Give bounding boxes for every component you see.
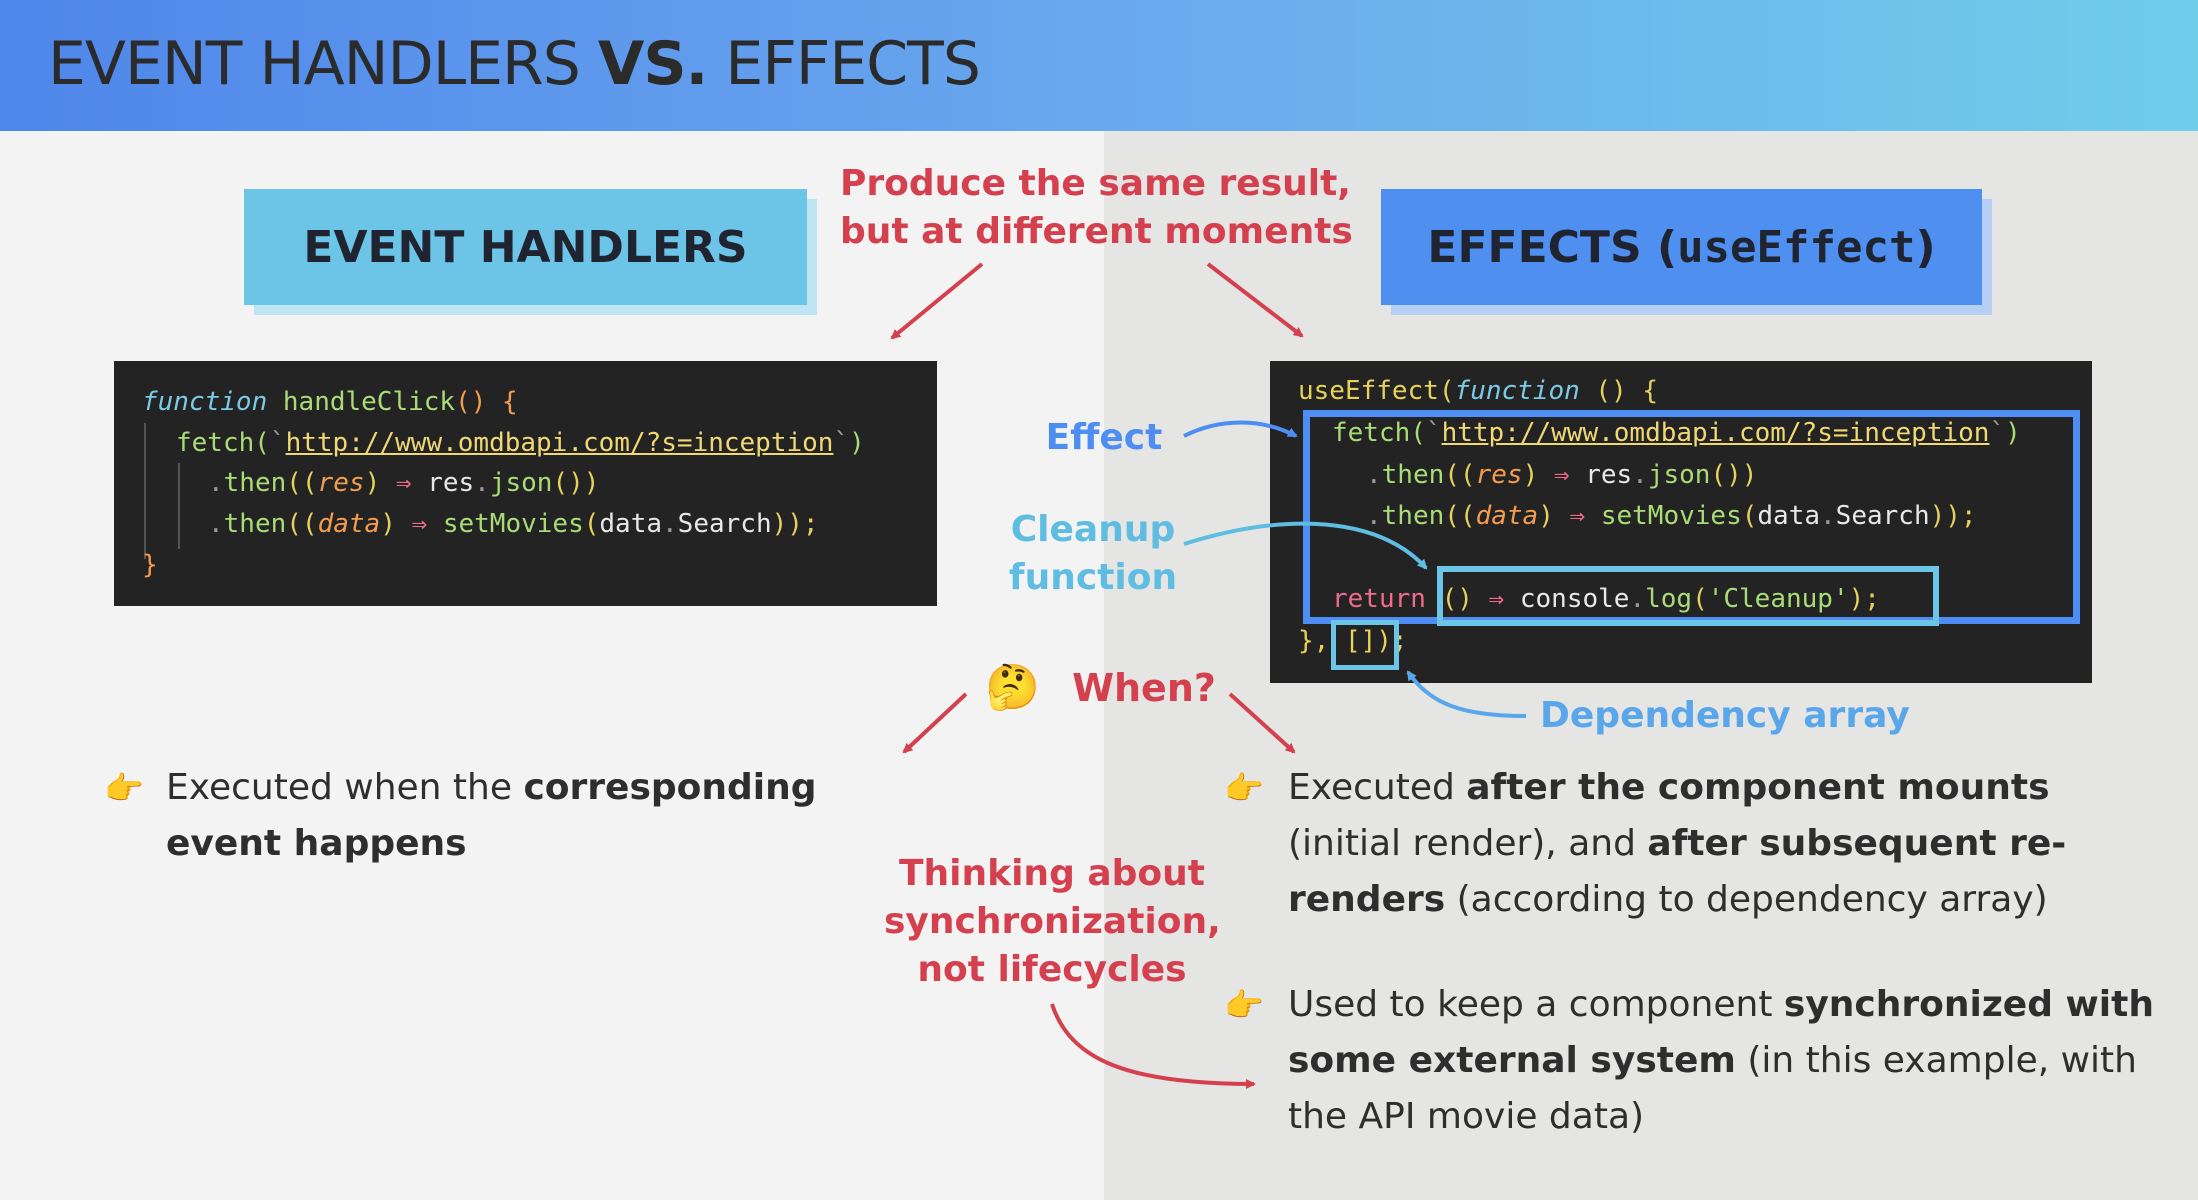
indent-guide	[144, 423, 146, 559]
dependency-note: Dependency array	[1540, 695, 1910, 736]
code-function-name: handleClick	[267, 387, 456, 417]
code-paren: ((	[286, 468, 318, 498]
code-fetch: fetch(	[176, 428, 270, 458]
sync-line-3: not lifecycles	[884, 946, 1220, 994]
sync-line-2: synchronization,	[884, 901, 1221, 942]
same-result-line-2: but at different moments	[840, 208, 1353, 256]
code-keyword: function	[142, 387, 268, 417]
same-result-note: Produce the same result, but at differen…	[840, 160, 1353, 256]
slide-title: EVENT HANDLERS VS. EFFECTS	[48, 14, 981, 114]
code-brace: }	[142, 550, 158, 580]
code-brace: },	[1298, 626, 1330, 656]
code-then: then	[223, 509, 287, 539]
same-result-plain: but at	[840, 211, 976, 252]
effects-label: EFFECTS (useEffect)	[1381, 189, 1982, 305]
title-vs: VS.	[597, 29, 708, 99]
code-line-5: }	[142, 545, 158, 585]
code-paren: )	[849, 428, 865, 458]
effects-label-code: useEffect	[1677, 221, 1916, 273]
title-part-1: EVENT HANDLERS	[48, 29, 598, 99]
bullet-left-1: Executed when the corresponding event ha…	[166, 760, 936, 872]
when-note: When?	[1072, 666, 1216, 710]
code-url: http://www.omdbapi.com/?s=inception	[285, 428, 834, 458]
indent-guide	[178, 463, 180, 549]
code-paren: )	[380, 509, 396, 539]
code-json: json	[489, 468, 553, 498]
event-handlers-label: EVENT HANDLERS	[244, 189, 807, 305]
code-line-4: .then((data) ⇒ setMovies(data.Search));	[208, 504, 819, 544]
code-paren: )	[364, 468, 381, 498]
code-line-2: fetch(`http://www.omdbapi.com/?s=incepti…	[176, 423, 865, 463]
pointing-hand-icon: 👉	[1224, 769, 1264, 807]
effects-label-suffix: )	[1915, 221, 1936, 273]
bullet-plain: Executed	[1288, 767, 1467, 808]
code-brace: () {	[1579, 376, 1659, 406]
event-handler-code-block: function handleClick() { fetch(`http://w…	[114, 361, 937, 606]
bullet-right-1: Executed after the component mounts (ini…	[1288, 760, 2168, 928]
pointing-hand-icon: 👉	[1224, 986, 1264, 1024]
code-search: Search	[677, 509, 772, 539]
code-data: data	[599, 509, 663, 539]
code-param: res	[317, 468, 365, 498]
code-dot: .	[208, 509, 224, 539]
dependency-highlight	[1331, 620, 1399, 670]
code-setmovies: setMovies	[442, 509, 584, 539]
cleanup-line-2: function	[1008, 557, 1178, 598]
code-paren: ()	[455, 387, 487, 417]
same-result-line-1: Produce the same result,	[840, 163, 1351, 204]
code-dot: .	[662, 509, 678, 539]
code-arrow: ⇒	[380, 468, 428, 498]
code-paren: ));	[771, 509, 819, 539]
sync-plain: lifecycles	[984, 949, 1187, 990]
sync-bold: not	[917, 949, 985, 990]
code-tick: `	[833, 428, 850, 458]
code-paren: ((	[286, 509, 318, 539]
effects-label-prefix: EFFECTS (	[1427, 221, 1678, 273]
code-dot: .	[208, 468, 224, 498]
cleanup-highlight	[1437, 566, 1939, 626]
bullet-right-2: Used to keep a component synchronized wi…	[1288, 977, 2168, 1145]
cleanup-line-1: Cleanup	[1010, 509, 1176, 550]
code-useeffect: useEffect(	[1298, 376, 1455, 406]
effect-note: Effect	[1045, 417, 1163, 458]
code-param: data	[317, 509, 381, 539]
code-dot: .	[474, 468, 490, 498]
bullet-plain: (initial render), and	[1288, 823, 1648, 864]
same-result-bold: different moments	[975, 211, 1353, 252]
code-then: then	[223, 468, 287, 498]
code-line-3: .then((res) ⇒ res.json())	[208, 463, 599, 503]
thinking-face-icon: 🤔	[985, 662, 1040, 713]
bullet-plain: Used to keep a component	[1288, 984, 1784, 1025]
header-bar: EVENT HANDLERS VS. EFFECTS	[0, 0, 2198, 131]
bullet-plain: (according to dependency array)	[1445, 879, 2048, 920]
event-handlers-label-text: EVENT HANDLERS	[303, 221, 748, 273]
code-keyword: function	[1454, 376, 1580, 406]
code-line-1: useEffect(function () {	[1298, 371, 1658, 411]
code-brace: {	[486, 387, 518, 417]
code-paren: ())	[552, 468, 600, 498]
pointing-hand-icon: 👉	[104, 769, 144, 807]
title-part-2: EFFECTS	[707, 29, 980, 99]
cleanup-note: Cleanup function	[1000, 506, 1186, 602]
code-arrow: ⇒	[395, 509, 443, 539]
code-paren: (	[583, 509, 600, 539]
bullet-plain: Executed when the	[166, 767, 524, 808]
bullet-bold: after the component mounts	[1466, 767, 2050, 808]
code-line-1: function handleClick() {	[142, 382, 518, 422]
code-res: res	[427, 468, 475, 498]
code-tick: `	[269, 428, 286, 458]
